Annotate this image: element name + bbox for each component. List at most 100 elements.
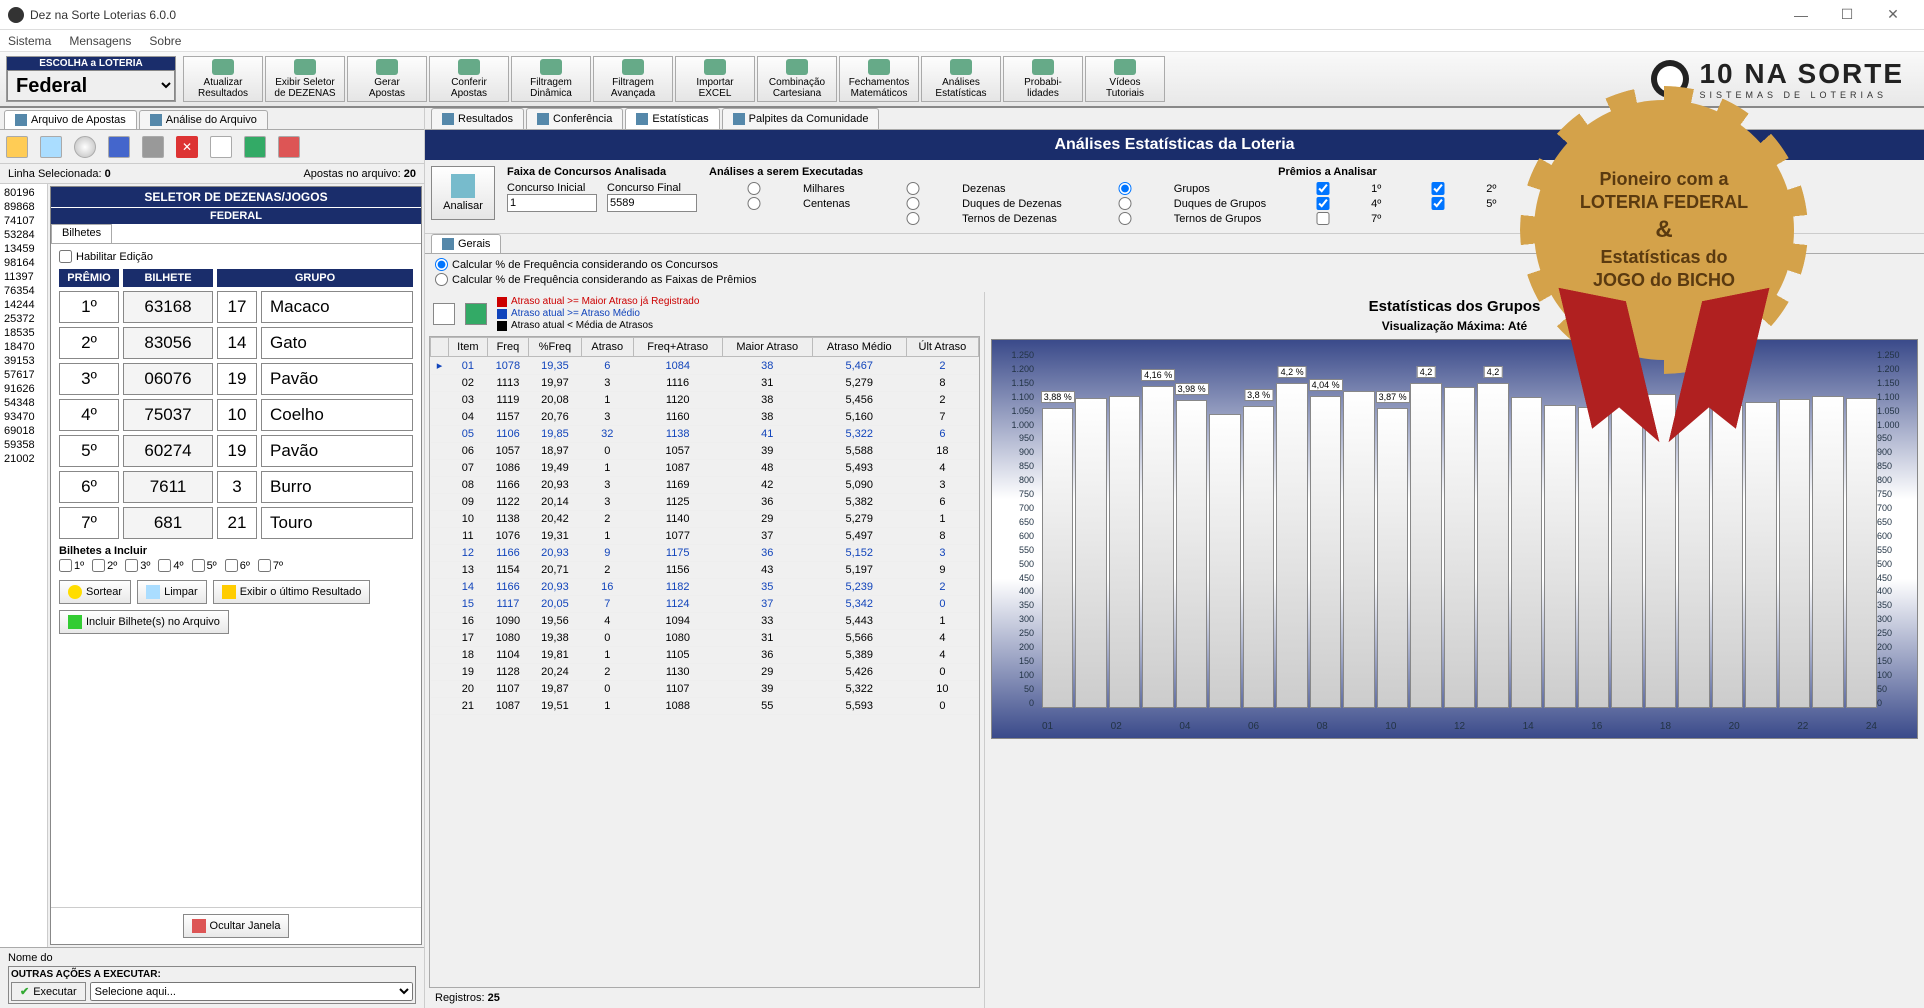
- chart-bar[interactable]: [1611, 401, 1642, 708]
- toolbar-btn-11[interactable]: VídeosTutoriais: [1085, 56, 1165, 102]
- radio-grupos[interactable]: Grupos: [1080, 182, 1266, 195]
- tab-gerais[interactable]: Gerais: [431, 234, 501, 253]
- bilhete-cell[interactable]: 7611: [123, 471, 213, 503]
- table-row[interactable]: 15111720,0571124375,3420: [431, 596, 979, 613]
- table-row[interactable]: 13115420,7121156435,1979: [431, 562, 979, 579]
- chart-bar[interactable]: [1544, 405, 1575, 708]
- table-row[interactable]: 04115720,7631160385,1607: [431, 409, 979, 426]
- incluir-bilhete-button[interactable]: Incluir Bilhete(s) no Arquivo: [59, 610, 229, 634]
- excel-icon[interactable]: [244, 136, 266, 158]
- ocultar-janela-button[interactable]: Ocultar Janela: [183, 914, 290, 938]
- incluir-check[interactable]: 1º: [59, 559, 84, 572]
- chart-bar[interactable]: 3,88 %: [1042, 408, 1073, 708]
- menu-sistema[interactable]: Sistema: [8, 34, 51, 48]
- incluir-check[interactable]: 5º: [192, 559, 217, 572]
- toolbar-btn-1[interactable]: Exibir Seletorde DEZENAS: [265, 56, 345, 102]
- table-row[interactable]: 12116620,9391175365,1523: [431, 545, 979, 562]
- col-header[interactable]: Maior Atraso: [722, 338, 812, 357]
- tab-bilhetes[interactable]: Bilhetes: [51, 224, 112, 243]
- number-item[interactable]: 98164: [4, 256, 43, 270]
- habilitar-edicao-checkbox[interactable]: Habilitar Edição: [59, 250, 413, 263]
- chart-bar[interactable]: 3,8 %: [1243, 406, 1274, 708]
- tab-conferencia[interactable]: Conferência: [526, 108, 623, 129]
- number-item[interactable]: 18470: [4, 340, 43, 354]
- numbers-list[interactable]: 8019689868741075328413459981641139776354…: [0, 184, 48, 947]
- col-header[interactable]: Últ Atraso: [906, 338, 978, 357]
- number-item[interactable]: 89868: [4, 200, 43, 214]
- chart-bar[interactable]: [1712, 405, 1743, 708]
- toolbar-btn-9[interactable]: AnálisesEstatísticas: [921, 56, 1001, 102]
- premio-check-4º[interactable]: 4º: [1278, 197, 1381, 210]
- table-row[interactable]: 19112820,2421130295,4260: [431, 664, 979, 681]
- radio-dezenas[interactable]: Dezenas: [868, 182, 1062, 195]
- concurso-inicial-input[interactable]: [507, 194, 597, 212]
- close-button[interactable]: ✕: [1870, 0, 1916, 30]
- chart-bar[interactable]: [1343, 391, 1374, 708]
- toolbar-btn-0[interactable]: AtualizarResultados: [183, 56, 263, 102]
- toolbar-btn-2[interactable]: GerarApostas: [347, 56, 427, 102]
- number-item[interactable]: 69018: [4, 424, 43, 438]
- table-row[interactable]: 14116620,93161182355,2392: [431, 579, 979, 596]
- chart-bar[interactable]: [1444, 387, 1475, 708]
- number-item[interactable]: 25372: [4, 312, 43, 326]
- maximize-button[interactable]: ☐: [1824, 0, 1870, 30]
- number-item[interactable]: 74107: [4, 214, 43, 228]
- sortear-button[interactable]: Sortear: [59, 580, 131, 604]
- save-icon[interactable]: [108, 136, 130, 158]
- open-icon[interactable]: [6, 136, 28, 158]
- toolbar-btn-4[interactable]: FiltragemDinâmica: [511, 56, 591, 102]
- col-header[interactable]: Freq+Atraso: [633, 338, 722, 357]
- stats-table-wrap[interactable]: ItemFreq%FreqAtrasoFreq+AtrasoMaior Atra…: [429, 336, 980, 988]
- chart-bar[interactable]: 4,2 %: [1276, 383, 1307, 708]
- radio-duques-grupos[interactable]: Duques de Grupos: [1080, 197, 1266, 210]
- table-row[interactable]: 09112220,1431125365,3826: [431, 494, 979, 511]
- toolbar-btn-8[interactable]: FechamentosMatemáticos: [839, 56, 919, 102]
- number-item[interactable]: 54348: [4, 396, 43, 410]
- premio-check-5º[interactable]: 5º: [1393, 197, 1496, 210]
- chart-bar[interactable]: 3,87 %: [1377, 408, 1408, 708]
- number-item[interactable]: 11397: [4, 270, 43, 284]
- table-row[interactable]: ▸01107819,3561084385,4672: [431, 357, 979, 375]
- radio-ternos-dezenas[interactable]: Ternos de Dezenas: [868, 212, 1062, 225]
- chart-bar[interactable]: [1075, 398, 1106, 708]
- radio-milhares[interactable]: Milhares: [709, 182, 850, 195]
- toolbar-btn-7[interactable]: CombinaçãoCartesiana: [757, 56, 837, 102]
- ultimo-resultado-button[interactable]: Exibir o último Resultado: [213, 580, 371, 604]
- chart-bar[interactable]: 4,16 %: [1142, 386, 1173, 708]
- radio-duques-dezenas[interactable]: Duques de Dezenas: [868, 197, 1062, 210]
- incluir-check[interactable]: 6º: [225, 559, 250, 572]
- table-row[interactable]: 03111920,0811120385,4562: [431, 392, 979, 409]
- toolbar-btn-3[interactable]: ConferirApostas: [429, 56, 509, 102]
- chart-bar[interactable]: 4,2: [1410, 383, 1441, 708]
- toolbar-btn-10[interactable]: Probabi-lidades: [1003, 56, 1083, 102]
- tab-estatisticas[interactable]: Estatísticas: [625, 108, 719, 129]
- chart-bar[interactable]: [1678, 400, 1709, 708]
- print-icon[interactable]: [142, 136, 164, 158]
- loteria-select[interactable]: Federal: [7, 70, 175, 101]
- bilhete-cell[interactable]: 75037: [123, 399, 213, 431]
- tab-analise-arquivo[interactable]: Análise do Arquivo: [139, 110, 268, 129]
- table-row[interactable]: 07108619,4911087485,4934: [431, 460, 979, 477]
- chart-bar[interactable]: [1779, 399, 1810, 708]
- disc-icon[interactable]: [74, 136, 96, 158]
- premio-check-2º[interactable]: 2º: [1393, 182, 1496, 195]
- premio-check-7º[interactable]: 7º: [1278, 212, 1381, 225]
- table-row[interactable]: 17108019,3801080315,5664: [431, 630, 979, 647]
- chart-bar[interactable]: [1645, 394, 1676, 708]
- col-header[interactable]: Item: [449, 338, 488, 357]
- col-header[interactable]: Atraso Médio: [812, 338, 906, 357]
- radio-ternos-grupos[interactable]: Ternos de Grupos: [1080, 212, 1266, 225]
- outras-select[interactable]: Selecione aqui...: [90, 982, 413, 1001]
- bilhete-cell[interactable]: 06076: [123, 363, 213, 395]
- filter-icon[interactable]: [278, 136, 300, 158]
- col-header[interactable]: Freq: [487, 338, 528, 357]
- limpar-button[interactable]: Limpar: [137, 580, 207, 604]
- incluir-check[interactable]: 2º: [92, 559, 117, 572]
- chart-bar[interactable]: [1812, 396, 1843, 708]
- toolbar-btn-6[interactable]: ImportarEXCEL: [675, 56, 755, 102]
- document-icon[interactable]: [40, 136, 62, 158]
- number-item[interactable]: 57617: [4, 368, 43, 382]
- bilhete-cell[interactable]: 60274: [123, 435, 213, 467]
- table-row[interactable]: 02111319,9731116315,2798: [431, 375, 979, 392]
- col-header[interactable]: %Freq: [529, 338, 582, 357]
